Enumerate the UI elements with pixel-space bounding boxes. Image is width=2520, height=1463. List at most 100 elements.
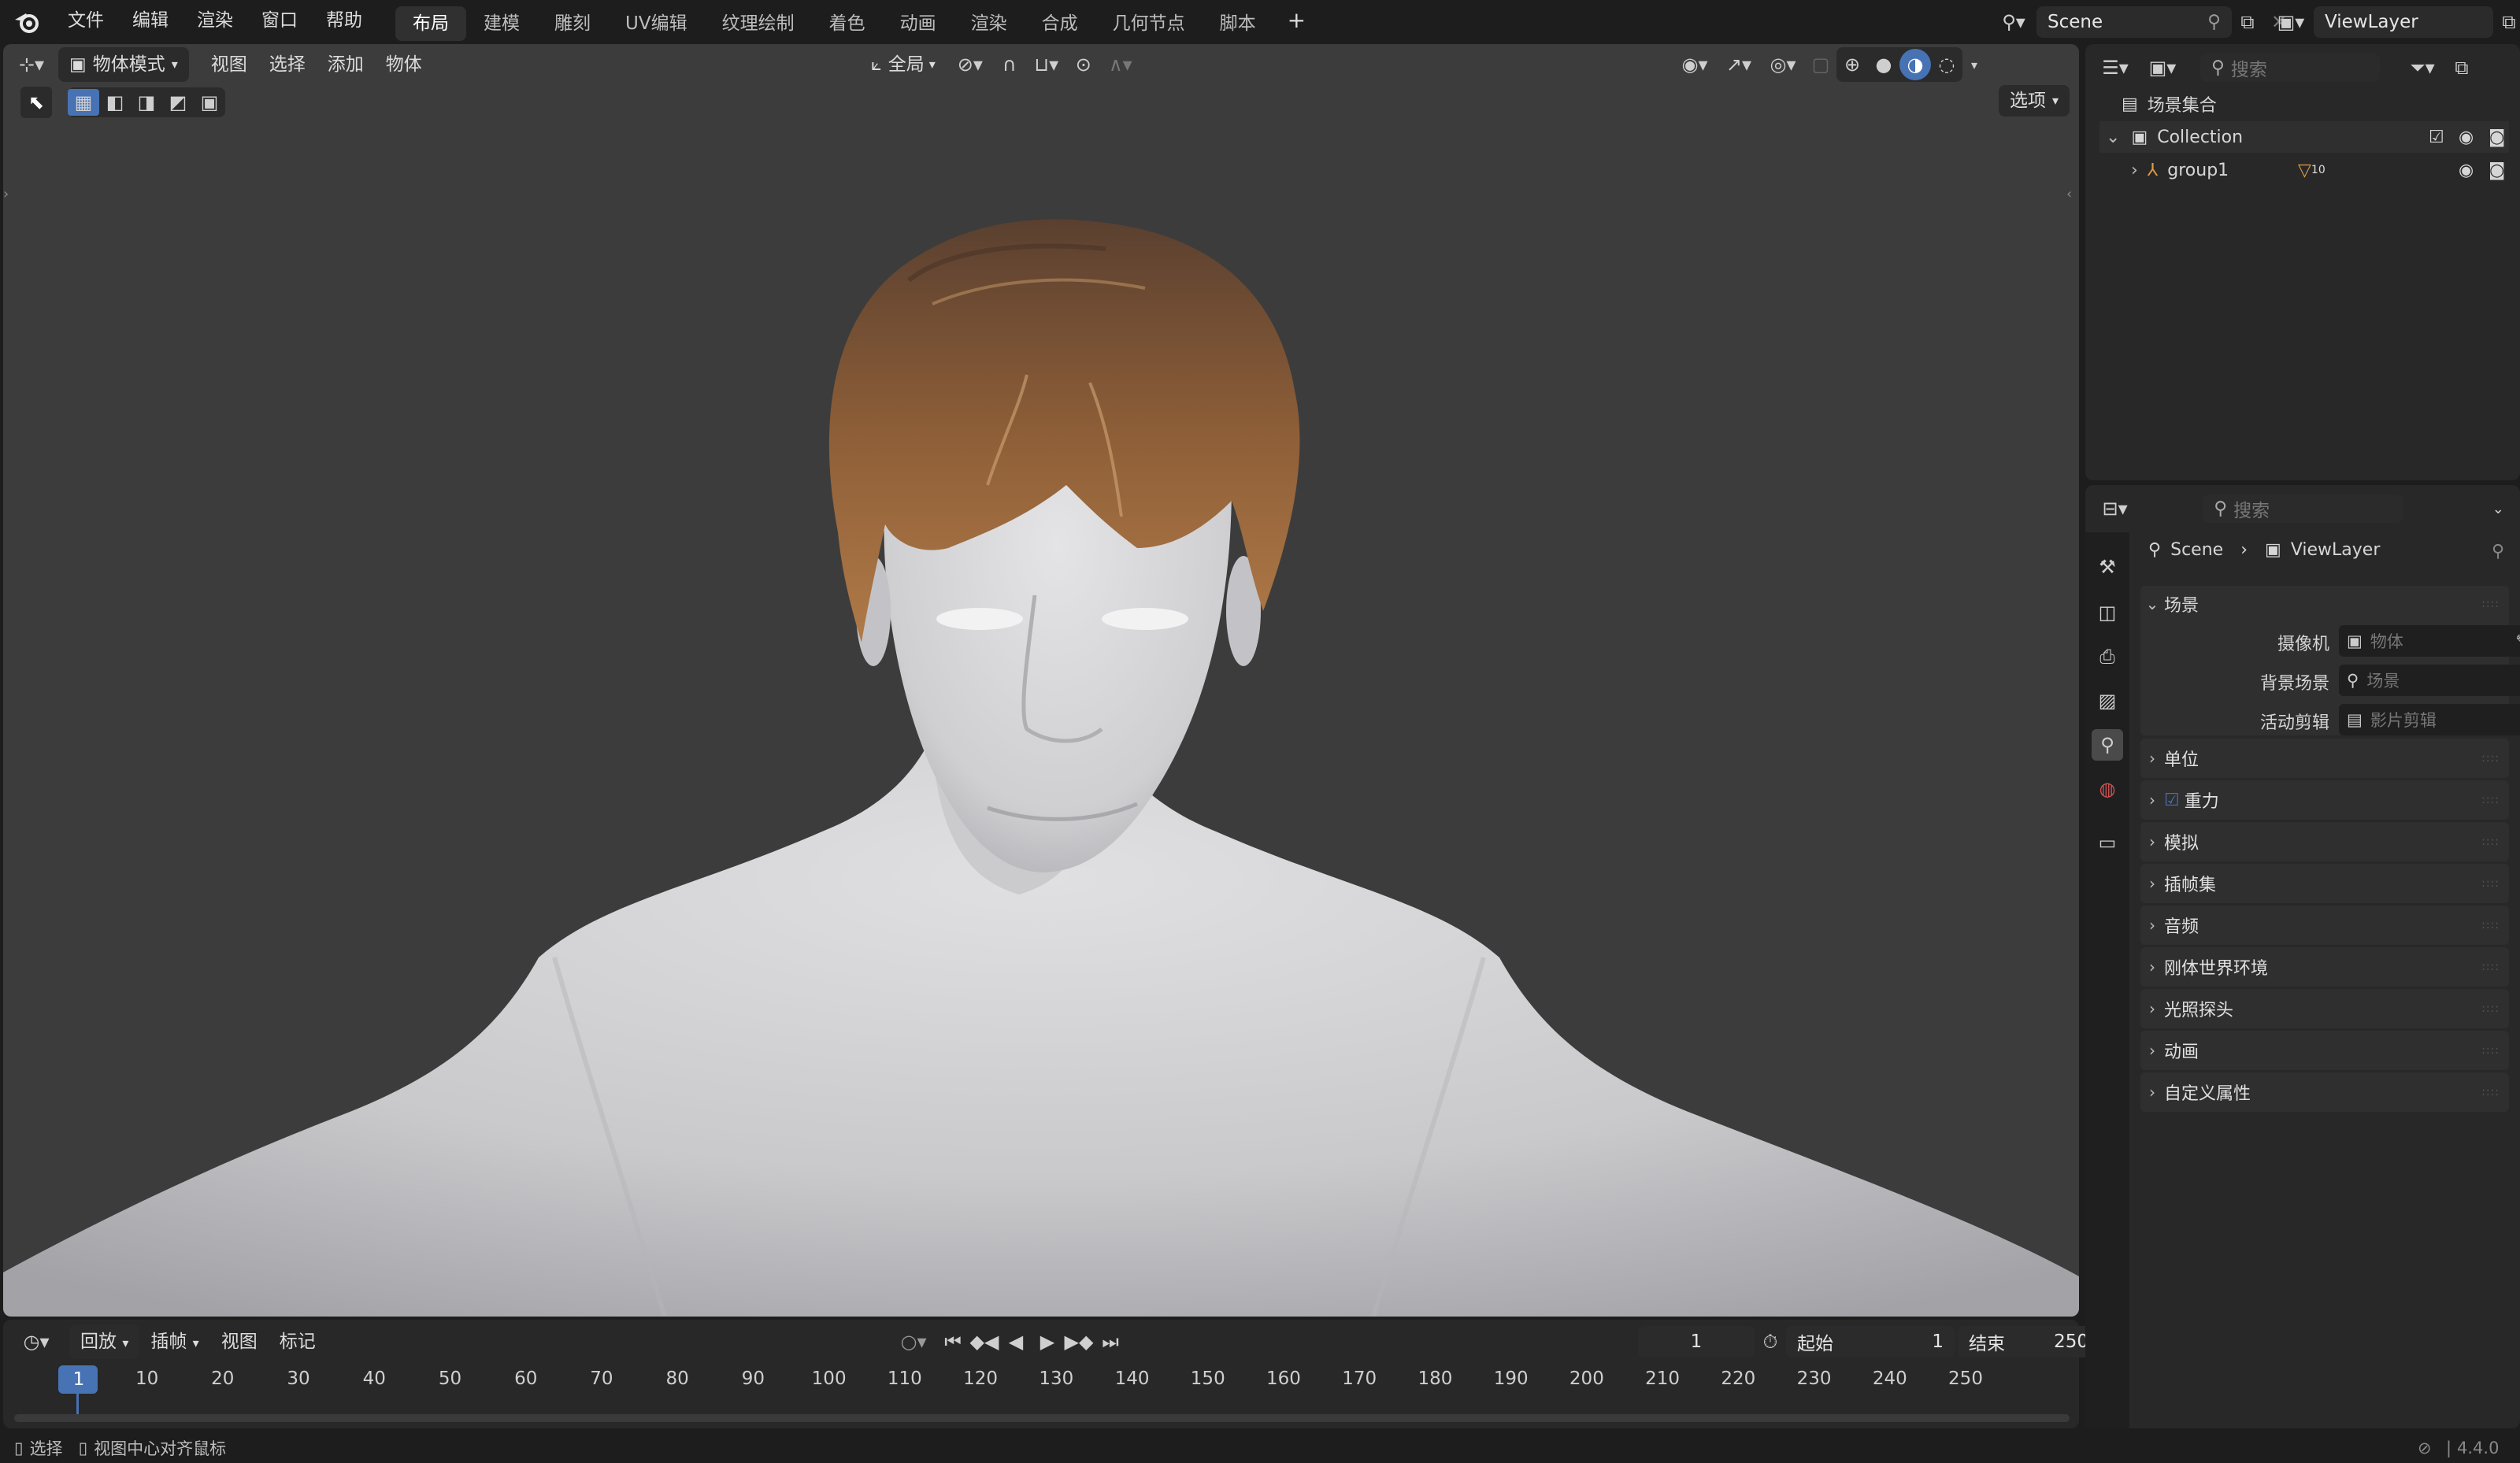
camera-icon[interactable]: ◙ xyxy=(2488,128,2505,147)
select-new-icon[interactable]: ▦ xyxy=(68,89,99,116)
outliner-editor-icon[interactable]: ☰▾ xyxy=(2092,52,2139,83)
scene-field[interactable]: Scene ⚲ xyxy=(2036,6,2232,38)
cursor-tool-icon[interactable]: ⬉ xyxy=(20,87,52,118)
snap-target-icon[interactable]: ⊔▾ xyxy=(1025,49,1068,80)
workspace-tab[interactable]: 几何节点 xyxy=(1095,6,1203,41)
drag-handle-icon[interactable]: :::: xyxy=(2481,1086,2500,1098)
material-shading-icon[interactable]: ◑ xyxy=(1899,49,1931,80)
toolbar-expand-icon[interactable]: › xyxy=(3,186,9,202)
menu-edit[interactable]: 编辑 xyxy=(118,0,183,44)
chevron-down-icon[interactable]: ⌄ xyxy=(2106,128,2120,147)
menu-window[interactable]: 窗口 xyxy=(247,0,312,44)
drag-handle-icon[interactable]: :::: xyxy=(2481,794,2500,806)
panel-header[interactable]: › 刚体世界环境:::: xyxy=(2140,947,2509,987)
select-extend-icon[interactable]: ◧ xyxy=(99,89,131,116)
workspace-tab[interactable]: 着色 xyxy=(812,6,883,41)
collection-row[interactable]: ⌄ ▣ Collection ☑ ◉ ◙ xyxy=(2099,121,2509,153)
drag-handle-icon[interactable]: :::: xyxy=(2481,919,2500,932)
gravity-checkbox[interactable]: ☑ xyxy=(2164,791,2180,810)
3d-viewport[interactable]: ⊹▾ ▣ 物体模式 ▾ 视图 选择 添加 物体 ⟀ 全局 ▾ ⊘▾ ∩ ⊔▾ ⊙… xyxy=(3,44,2079,1317)
viewport-menu-view[interactable]: 视图 xyxy=(200,47,258,82)
add-workspace-button[interactable]: + xyxy=(1273,0,1320,44)
select-invert-icon[interactable]: ◩ xyxy=(162,89,194,116)
panel-header[interactable]: › 光照探头:::: xyxy=(2140,989,2509,1028)
menu-help[interactable]: 帮助 xyxy=(312,0,376,44)
viewport-menu-object[interactable]: 物体 xyxy=(375,47,433,82)
panel-header[interactable]: › 音频:::: xyxy=(2140,906,2509,945)
workspace-tab[interactable]: 渲染 xyxy=(954,6,1025,41)
active-clip-field[interactable]: ▤ 影片剪辑 xyxy=(2339,704,2520,735)
viewport-menu-select[interactable]: 选择 xyxy=(258,47,317,82)
drag-handle-icon[interactable]: :::: xyxy=(2481,598,2500,610)
timeline-scrollbar[interactable] xyxy=(14,1414,2070,1422)
filter-icon[interactable]: ⏷▾ xyxy=(2399,52,2446,83)
scene-icon[interactable]: ⚲▾ xyxy=(1991,6,2036,38)
world-tab-icon[interactable]: ◍ xyxy=(2092,773,2123,805)
exclude-checkbox[interactable]: ☑ xyxy=(2429,128,2444,147)
panel-header[interactable]: › ☑ 重力:::: xyxy=(2140,780,2509,820)
menu-render[interactable]: 渲染 xyxy=(183,0,247,44)
select-intersect-icon[interactable]: ▣ xyxy=(194,89,225,116)
chevron-right-icon[interactable]: › xyxy=(2131,161,2138,180)
scene-panel-header[interactable]: ⌄ 场景 :::: xyxy=(2140,586,2509,622)
menu-file[interactable]: 文件 xyxy=(54,0,118,44)
mode-selector[interactable]: ▣ 物体模式 ▾ xyxy=(58,47,189,82)
workspace-tab[interactable]: 动画 xyxy=(883,6,954,41)
viewlayer-icon[interactable]: ▣▾ xyxy=(2268,6,2314,38)
background-scene-field[interactable]: ⚲ 场景 xyxy=(2339,665,2520,696)
group-row[interactable]: › ⅄ group1 ▽ 10 ◉ ◙ xyxy=(2099,154,2509,186)
new-viewlayer-icon[interactable]: ⧉ xyxy=(2493,6,2520,38)
proportional-edit-icon[interactable]: ⊙ xyxy=(1068,49,1099,80)
new-scene-icon[interactable]: ⧉ xyxy=(2232,6,2263,38)
falloff-icon[interactable]: ∧▾ xyxy=(1099,49,1142,80)
workspace-tab[interactable]: 布局 xyxy=(395,6,466,41)
drag-handle-icon[interactable]: :::: xyxy=(2481,835,2500,848)
scene-collection-row[interactable]: ▤ 场景集合 xyxy=(2122,90,2217,118)
chevron-down-icon[interactable]: ⌄ xyxy=(2482,493,2514,524)
xray-icon[interactable]: ▢ xyxy=(1805,49,1836,80)
workspace-tab[interactable]: 合成 xyxy=(1025,6,1095,41)
workspace-tab[interactable]: 脚本 xyxy=(1203,6,1273,41)
eye-icon[interactable]: ◉ xyxy=(2459,161,2474,180)
output-tab-icon[interactable]: ⎙ xyxy=(2092,641,2123,672)
viewlayer-field[interactable]: ViewLayer xyxy=(2314,6,2493,38)
blender-logo-icon[interactable] xyxy=(0,10,54,34)
properties-search[interactable]: ⚲ 搜索 xyxy=(2203,494,2404,523)
drag-handle-icon[interactable]: :::: xyxy=(2481,877,2500,890)
frame-ruler[interactable]: 10 20 30 40 50 60 70 80 90 100 110 120 130 140 150 160 1… xyxy=(3,1320,2079,1428)
panel-header[interactable]: › 插帧集:::: xyxy=(2140,864,2509,903)
drag-handle-icon[interactable]: :::: xyxy=(2481,752,2500,765)
shading-options-icon[interactable]: ▾ xyxy=(1962,49,1986,80)
eyedropper-icon[interactable]: ✎ xyxy=(2515,631,2520,650)
render-tab-icon[interactable]: ◫ xyxy=(2092,597,2123,628)
workspace-tab[interactable]: UV编辑 xyxy=(608,6,705,41)
view-layer-tab-icon[interactable]: ▨ xyxy=(2092,685,2123,717)
transform-orientation[interactable]: ⟀ 全局 ▾ xyxy=(860,47,947,82)
wireframe-shading-icon[interactable]: ⊕ xyxy=(1836,49,1868,80)
display-mode-icon[interactable]: ▣▾ xyxy=(2139,52,2186,83)
outliner-search[interactable]: ⚲ 搜索 xyxy=(2200,54,2380,82)
viewport-menu-add[interactable]: 添加 xyxy=(317,47,375,82)
drag-handle-icon[interactable]: :::: xyxy=(2481,1002,2500,1015)
camera-field[interactable]: ▣ 物体 ✎ xyxy=(2339,625,2520,657)
pivot-icon[interactable]: ⊘▾ xyxy=(947,49,994,80)
options-dropdown[interactable]: 选项 ▾ xyxy=(1999,85,2070,117)
tool-tab-icon[interactable]: ⚒ xyxy=(2092,551,2123,583)
gizmo-icon[interactable]: ↗▾ xyxy=(1717,49,1761,80)
visibility-icon[interactable]: ◉▾ xyxy=(1673,49,1717,80)
collection-tab-icon[interactable]: ▭ xyxy=(2092,827,2123,858)
eye-icon[interactable]: ◉ xyxy=(2459,128,2474,147)
pin-icon[interactable]: ⚲ xyxy=(2492,542,2504,561)
drag-handle-icon[interactable]: :::: xyxy=(2481,1044,2500,1057)
workspace-tab[interactable]: 纹理绘制 xyxy=(705,6,812,41)
solid-shading-icon[interactable]: ● xyxy=(1868,49,1899,80)
new-collection-icon[interactable]: ⧉ xyxy=(2446,52,2477,83)
scene-tab-icon[interactable]: ⚲ xyxy=(2092,729,2123,761)
editor-type-icon[interactable]: ⊹▾ xyxy=(9,49,54,80)
panel-header[interactable]: › 单位:::: xyxy=(2140,739,2509,778)
panel-header[interactable]: › 动画:::: xyxy=(2140,1031,2509,1070)
panel-header[interactable]: › 自定义属性:::: xyxy=(2140,1072,2509,1112)
panel-header[interactable]: › 模拟:::: xyxy=(2140,822,2509,861)
overlay-icon[interactable]: ◎▾ xyxy=(1761,49,1805,80)
pin-icon[interactable]: ⚲ xyxy=(2207,12,2221,32)
